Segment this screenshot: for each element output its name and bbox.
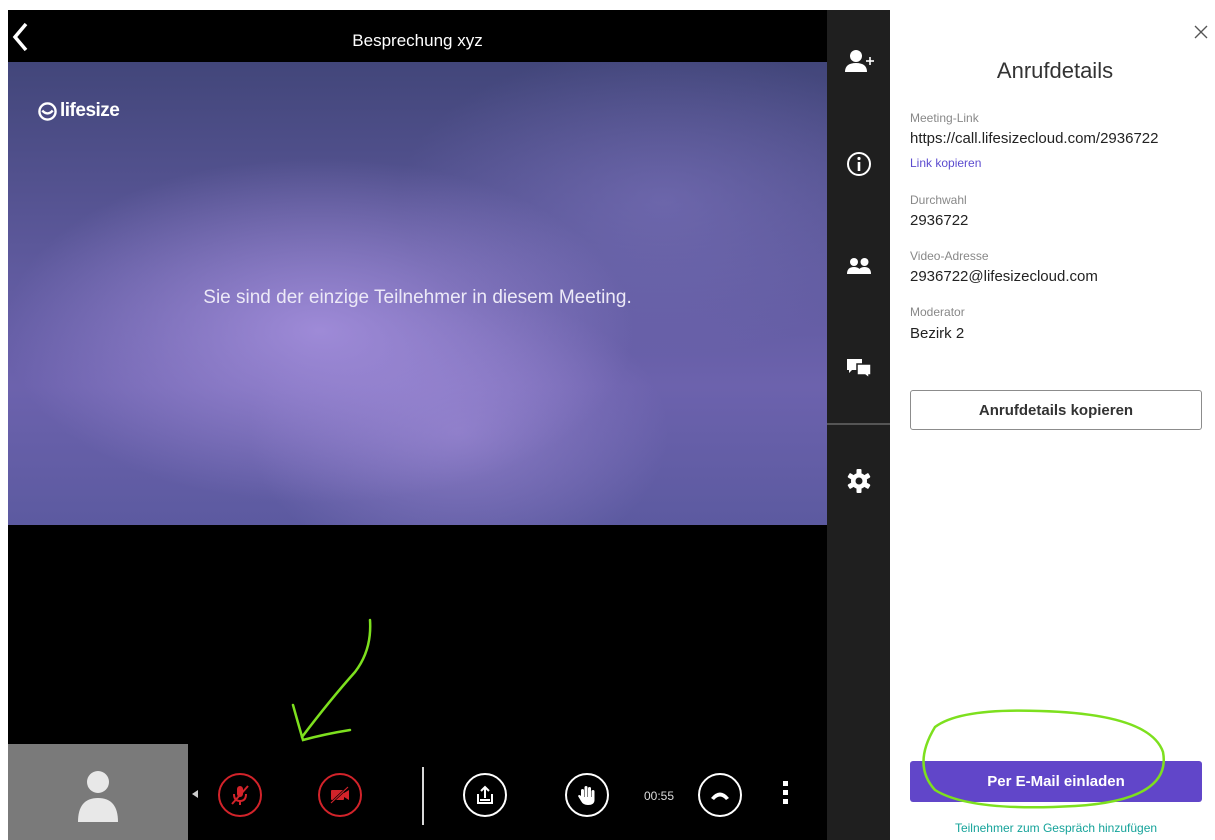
hang-up-icon (711, 792, 729, 800)
add-person-icon (845, 50, 874, 72)
add-participant-link[interactable]: Teilnehmer zum Gespräch hinzufügen (890, 821, 1215, 835)
more-icon (782, 781, 788, 786)
self-view-tile[interactable] (8, 744, 188, 840)
copy-call-details-button[interactable]: Anrufdetails kopieren (910, 390, 1202, 430)
camera-off-icon (330, 786, 349, 804)
rail-divider (827, 423, 890, 425)
meeting-title: Besprechung xyz (352, 31, 483, 50)
chat-icon (847, 359, 872, 380)
raise-hand-icon (578, 786, 595, 805)
info-icon (847, 152, 871, 176)
share-screen-button[interactable] (463, 773, 507, 817)
settings-icon (847, 469, 871, 493)
alone-message: Sie sind der einzige Teilnehmer in diese… (203, 287, 632, 308)
participants-rail-button[interactable] (839, 248, 879, 284)
video-area: lifesize Sie sind der einzige Teilnehmer… (8, 62, 827, 525)
side-rail (827, 10, 890, 840)
collapse-self-view-icon[interactable] (192, 790, 198, 798)
lifesize-brand: lifesize (60, 100, 120, 121)
moderator-value: Bezirk 2 (910, 325, 965, 342)
video-address-value: 2936722@lifesizecloud.com (910, 268, 1098, 285)
participants-icon (847, 258, 871, 274)
call-details-rail-button[interactable] (839, 146, 879, 182)
top-bar: Besprechung xyz (8, 10, 827, 62)
lifesize-logo-icon (38, 101, 57, 121)
settings-rail-button[interactable] (839, 463, 879, 499)
copy-link-button[interactable]: Link kopieren (910, 156, 981, 170)
share-icon (477, 785, 493, 804)
video-address-label: Video-Adresse (910, 249, 989, 263)
call-timer: 00:55 (644, 789, 675, 803)
mute-microphone-button[interactable] (218, 773, 262, 817)
controls-divider (422, 767, 424, 825)
panel-title: Anrufdetails (996, 58, 1114, 83)
call-details-panel: Anrufdetails Meeting-Link https://call.l… (890, 10, 1215, 840)
camera-toggle-button[interactable] (318, 773, 362, 817)
moderator-label: Moderator (910, 305, 965, 319)
raise-hand-button[interactable] (565, 773, 609, 817)
chat-rail-button[interactable] (839, 350, 879, 386)
meeting-link-value: https://call.lifesizecloud.com/2936722 (910, 130, 1159, 147)
more-options-button[interactable] (780, 781, 790, 809)
meeting-link-label: Meeting-Link (910, 111, 979, 125)
video-stage: Besprechung xyz lifesize Sie sind der ei… (8, 10, 827, 840)
extension-label: Durchwahl (910, 193, 967, 207)
lifesize-logo: lifesize (38, 100, 120, 122)
extension-value: 2936722 (910, 212, 969, 229)
avatar-icon (78, 771, 118, 822)
hang-up-button[interactable] (698, 773, 742, 817)
mic-off-icon (231, 785, 249, 805)
email-invite-button[interactable]: Per E-Mail einladen (910, 761, 1202, 802)
add-participant-rail-button[interactable] (839, 44, 879, 80)
close-icon[interactable] (1193, 24, 1209, 40)
